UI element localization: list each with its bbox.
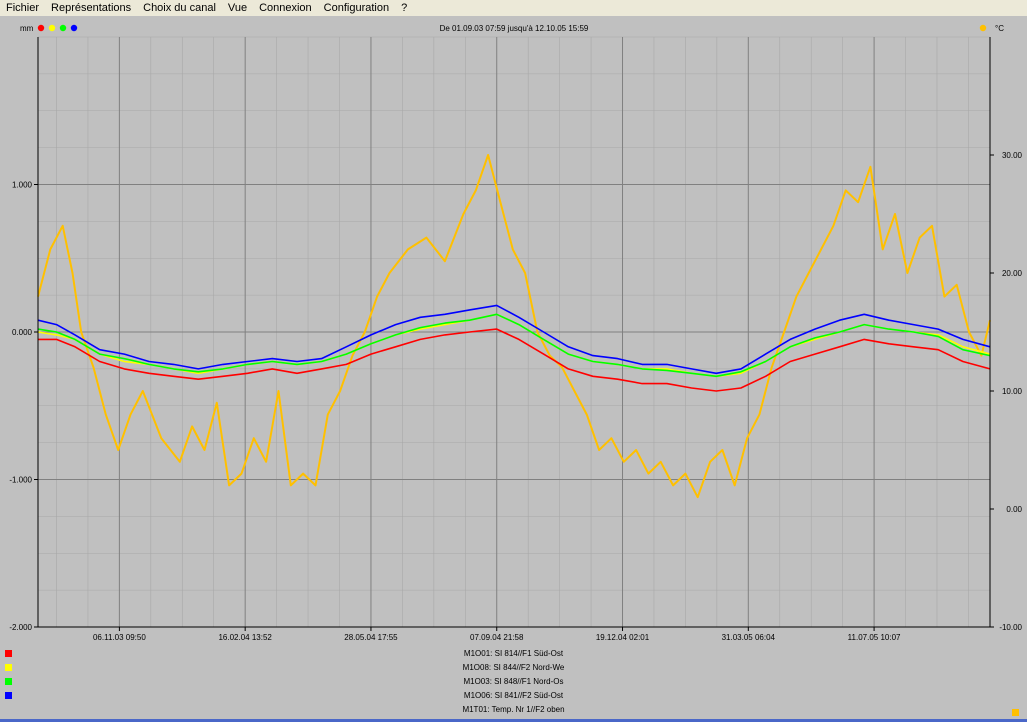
legend-label: M1O01: SI 814//F1 Süd-Ost <box>463 649 564 658</box>
legend-label: M1O03: SI 848//F1 Nord-Os <box>463 677 564 686</box>
left-axis: -2.000 -1.000 0.000 1.000 <box>9 37 39 632</box>
legend: M1O01: SI 814//F1 Süd-Ost M1O08: SI 844/… <box>0 645 1027 722</box>
left-tick-label: -1.000 <box>9 476 32 485</box>
series-dot-green[interactable] <box>59 24 67 32</box>
x-tick-label: 06.11.03 09:50 <box>93 633 146 642</box>
right-tick-label: 20.00 <box>1002 269 1023 278</box>
legend-row[interactable]: M1O01: SI 814//F1 Süd-Ost <box>0 647 1027 661</box>
left-tick-label: -2.000 <box>9 623 32 632</box>
x-tick-label: 16.02.04 13:52 <box>218 633 272 642</box>
x-axis: 06.11.03 09:50 16.02.04 13:52 28.05.04 17:… <box>38 626 990 642</box>
series-dot-yellow[interactable] <box>48 24 56 32</box>
legend-label: M1T01: Temp. Nr 1//F2 oben <box>462 705 565 714</box>
chart: -2.000 -1.000 0.000 1.000 -10.00 0.00 10.00 20… <box>9 24 1023 642</box>
menu-representations[interactable]: Représentations <box>45 0 137 16</box>
legend-swatch-temp <box>1012 709 1019 716</box>
right-tick-label: 30.00 <box>1002 151 1023 160</box>
legend-row[interactable]: M1O06: SI 841//F2 Süd-Ost <box>0 689 1027 703</box>
right-tick-label: 0.00 <box>1006 505 1022 514</box>
left-tick-label: 1.000 <box>12 181 33 190</box>
menu-choix-du-canal[interactable]: Choix du canal <box>137 0 222 16</box>
legend-row[interactable]: M1T01: Temp. Nr 1//F2 oben <box>0 703 1027 717</box>
right-tick-label: 10.00 <box>1002 387 1023 396</box>
legend-label: M1O08: SI 844//F2 Nord-We <box>462 663 565 672</box>
series-dot-blue[interactable] <box>70 24 78 32</box>
date-range-title: De 01.09.03 07:59 jusqu'à 12.10.05 15:59 <box>440 24 589 33</box>
x-tick-label: 19.12.04 02:01 <box>596 633 650 642</box>
series-dot-red[interactable] <box>37 24 45 32</box>
right-axis: -10.00 0.00 10.00 20.00 30.00 <box>989 37 1023 632</box>
right-unit-label: °C <box>995 24 1004 33</box>
left-tick-label: 0.000 <box>12 328 33 337</box>
menu-connexion[interactable]: Connexion <box>253 0 318 16</box>
x-tick-label: 28.05.04 17:55 <box>344 633 398 642</box>
legend-row[interactable]: M1O03: SI 848//F1 Nord-Os <box>0 675 1027 689</box>
x-tick-label: 07.09.04 21:58 <box>470 633 524 642</box>
x-tick-label: 11.07.05 10:07 <box>848 633 901 642</box>
x-tick-label: 31.03.05 06:04 <box>722 633 776 642</box>
menu-configuration[interactable]: Configuration <box>318 0 395 16</box>
menu-fichier[interactable]: Fichier <box>0 0 45 16</box>
menu-bar: Fichier Représentations Choix du canal V… <box>0 0 1027 16</box>
menu-vue[interactable]: Vue <box>222 0 253 16</box>
left-unit-label: mm <box>20 24 34 33</box>
menu-help[interactable]: ? <box>395 0 413 16</box>
right-tick-label: -10.00 <box>999 623 1022 632</box>
legend-row[interactable]: M1O08: SI 844//F2 Nord-We <box>0 661 1027 675</box>
series-dot-temp[interactable] <box>979 24 987 32</box>
legend-label: M1O06: SI 841//F2 Süd-Ost <box>463 691 564 700</box>
